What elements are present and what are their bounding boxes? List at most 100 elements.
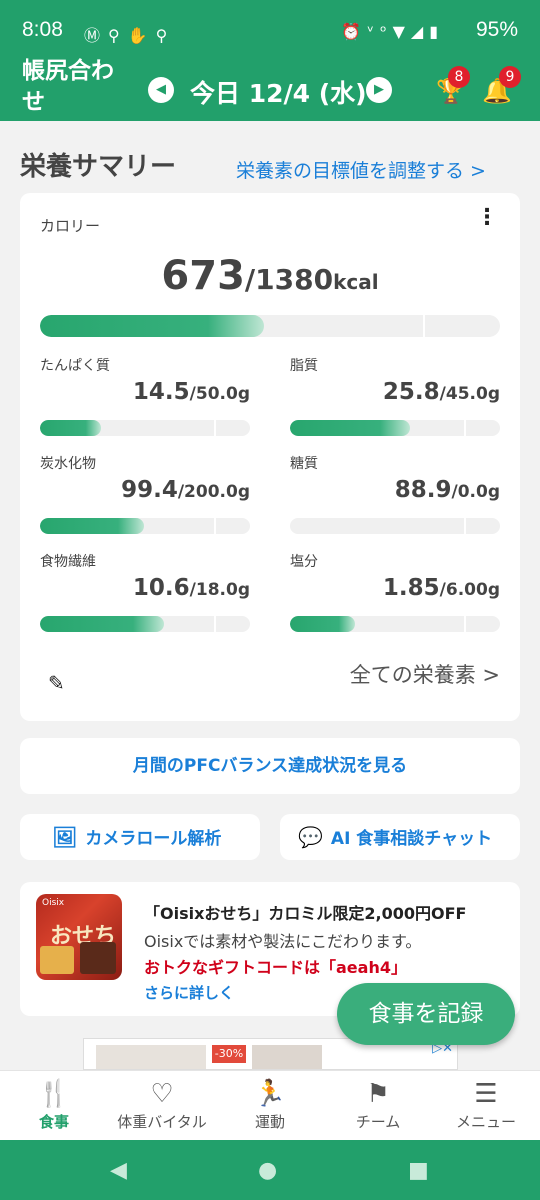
bar-marker <box>464 518 466 534</box>
nutrient-fill <box>40 518 145 534</box>
adjust-goals-link[interactable]: 栄養素の目標値を調整する > <box>236 156 486 183</box>
calorie-current: 673 <box>161 253 245 299</box>
bar-marker <box>423 315 425 337</box>
pfc-balance-button[interactable]: 月間のPFCバランス達成状況を見る <box>20 738 520 794</box>
nutrient-fill <box>40 420 101 436</box>
record-meal-button[interactable]: 食事を記録 <box>337 983 515 1045</box>
battery-percent: 95% <box>475 18 518 41</box>
nutrient-bar-sugar <box>290 518 500 534</box>
nutrition-summary-card: カロリー ⋮ 673/1380kcal たんぱく質 14.5/50.0g 脂質 … <box>20 193 520 721</box>
nutrient-value-fat: 25.8/45.0g <box>290 379 500 405</box>
camera-roll-button[interactable]: 🖼 カメラロール解析 <box>20 814 260 860</box>
trophy-badge: 8 <box>448 66 470 88</box>
camera-roll-label: カメラロール解析 <box>85 829 222 849</box>
nutrient-current: 88.9 <box>394 477 452 503</box>
ad-image-brand: Oisix <box>42 898 65 908</box>
bar-marker <box>464 616 466 632</box>
ad-title: 「Oisixおせち」カロミル限定2,000円OFF <box>144 904 467 923</box>
nutrient-bar-carbs <box>40 518 250 534</box>
nutrient-bar-protein <box>40 420 250 436</box>
nutrient-value-salt: 1.85/6.00g <box>290 575 500 601</box>
calorie-unit: kcal <box>333 270 379 294</box>
signal-icon: ◢ <box>410 22 430 41</box>
date-navigator: ◀ 今日 12/4 (水) ▶ <box>148 70 392 110</box>
banner-photo <box>96 1045 206 1069</box>
chevron-right-icon: ▶ <box>374 82 384 97</box>
recents-icon[interactable]: ■ <box>408 1158 429 1183</box>
back-icon[interactable]: ◀ <box>110 1158 127 1183</box>
banner-photo <box>252 1045 322 1069</box>
nutrient-name-fiber: 食物繊維 <box>40 554 96 570</box>
calorie-target: /1380 <box>244 263 334 296</box>
nutrient-name-protein: たんぱく質 <box>40 358 110 374</box>
home-icon[interactable]: ● <box>258 1158 277 1183</box>
calorie-label: カロリー <box>40 217 101 235</box>
food-box-image <box>40 946 74 974</box>
app-header: 8:08 Ⓜ⚲✋⚲ ⏰ᵛᵒ▼◢▮ 95% 帳尻合わせ ◀ 今日 12/4 (水)… <box>0 0 540 121</box>
menu-list-icon: ☰ <box>474 1079 498 1109</box>
nutrient-target: /0.0g <box>451 482 501 502</box>
section-title: 栄養サマリー <box>20 152 177 182</box>
alarm-icon: ⏰ <box>341 22 368 41</box>
next-day-button[interactable]: ▶ <box>366 77 392 103</box>
status-right-icons: ⏰ᵛᵒ▼◢▮ <box>341 22 444 41</box>
chat-bubbles-icon: 💬 <box>298 825 323 849</box>
gesture-icon: ✋ <box>127 26 156 45</box>
nutrient-fill <box>290 616 355 632</box>
nutrient-value-sugar: 88.9/0.0g <box>290 477 500 503</box>
bar-marker <box>214 518 216 534</box>
bar-marker <box>464 420 466 436</box>
nav-item-meal[interactable]: 🍴 食事 <box>0 1071 108 1141</box>
motorola-icon: Ⓜ <box>84 26 109 45</box>
ai-chat-label: AI 食事相談チャット <box>330 829 493 849</box>
nutrient-target: /18.0g <box>189 580 250 600</box>
gallery-icon: 🖼 <box>52 825 78 849</box>
nutrient-name-carbs: 炭水化物 <box>40 456 96 472</box>
fork-knife-icon: 🍴 <box>37 1079 71 1109</box>
nutrient-fill <box>290 420 411 436</box>
nav-item-exercise[interactable]: 🏃 運動 <box>216 1071 324 1141</box>
wifi-icon: ▼ <box>392 22 411 41</box>
ad-image[interactable]: Oisix おせち <box>36 894 122 980</box>
all-nutrients-link[interactable]: 全ての栄養素 > <box>350 659 500 689</box>
nutrient-fill <box>40 616 164 632</box>
bell-badge: 9 <box>499 66 521 88</box>
nav-label: メニュー <box>455 1113 516 1131</box>
runner-icon: 🏃 <box>253 1079 287 1109</box>
ad-more-link[interactable]: さらに詳しく <box>144 982 234 1003</box>
nutrient-current: 25.8 <box>382 379 440 405</box>
flag-icon: ⚑ <box>366 1079 390 1109</box>
bottom-navigation: 🍴 食事 ♡ 体重バイタル 🏃 運動 ⚑ チーム ☰ メニュー <box>0 1070 540 1140</box>
ai-chat-button[interactable]: 💬 AI 食事相談チャット <box>280 814 520 860</box>
current-date[interactable]: 今日 12/4 (水) <box>190 74 367 110</box>
nutrient-bar-fat <box>290 420 500 436</box>
status-left-icons: Ⓜ⚲✋⚲ <box>84 22 175 46</box>
prev-day-button[interactable]: ◀ <box>148 77 174 103</box>
more-options-icon[interactable]: ⋮ <box>476 205 498 231</box>
app-name: 帳尻合わせ <box>22 58 114 115</box>
banner-discount: -30% <box>212 1045 246 1063</box>
status-time: 8:08 <box>22 18 63 41</box>
nutrient-value-carbs: 99.4/200.0g <box>40 477 250 503</box>
nutrient-target: /50.0g <box>189 384 250 404</box>
calorie-progress-bar <box>40 315 500 337</box>
battery-icon: ▮ <box>429 22 444 41</box>
volte-icon: ᵛᵒ <box>367 22 393 41</box>
nutrient-target: /6.00g <box>439 580 500 600</box>
nutrient-current: 1.85 <box>382 575 440 601</box>
nav-label: 運動 <box>254 1113 285 1131</box>
nav-item-menu[interactable]: ☰ メニュー <box>432 1071 540 1141</box>
nutrient-name-salt: 塩分 <box>290 554 318 570</box>
edit-list-icon[interactable]: ✎ <box>48 671 74 695</box>
ad-promo-code: おトクなギフトコードは「aeah4」 <box>144 958 407 977</box>
nav-label: 体重バイタル <box>117 1113 207 1131</box>
bar-marker <box>214 420 216 436</box>
bar-marker <box>214 616 216 632</box>
nav-item-weight[interactable]: ♡ 体重バイタル <box>108 1071 216 1141</box>
nav-item-team[interactable]: ⚑ チーム <box>324 1071 432 1141</box>
nav-label: 食事 <box>38 1113 69 1131</box>
nutrient-current: 99.4 <box>121 477 178 503</box>
nutrient-current: 10.6 <box>132 575 190 601</box>
food-box-image <box>80 942 116 974</box>
system-navigation-bar: ◀ ● ■ <box>0 1140 540 1200</box>
